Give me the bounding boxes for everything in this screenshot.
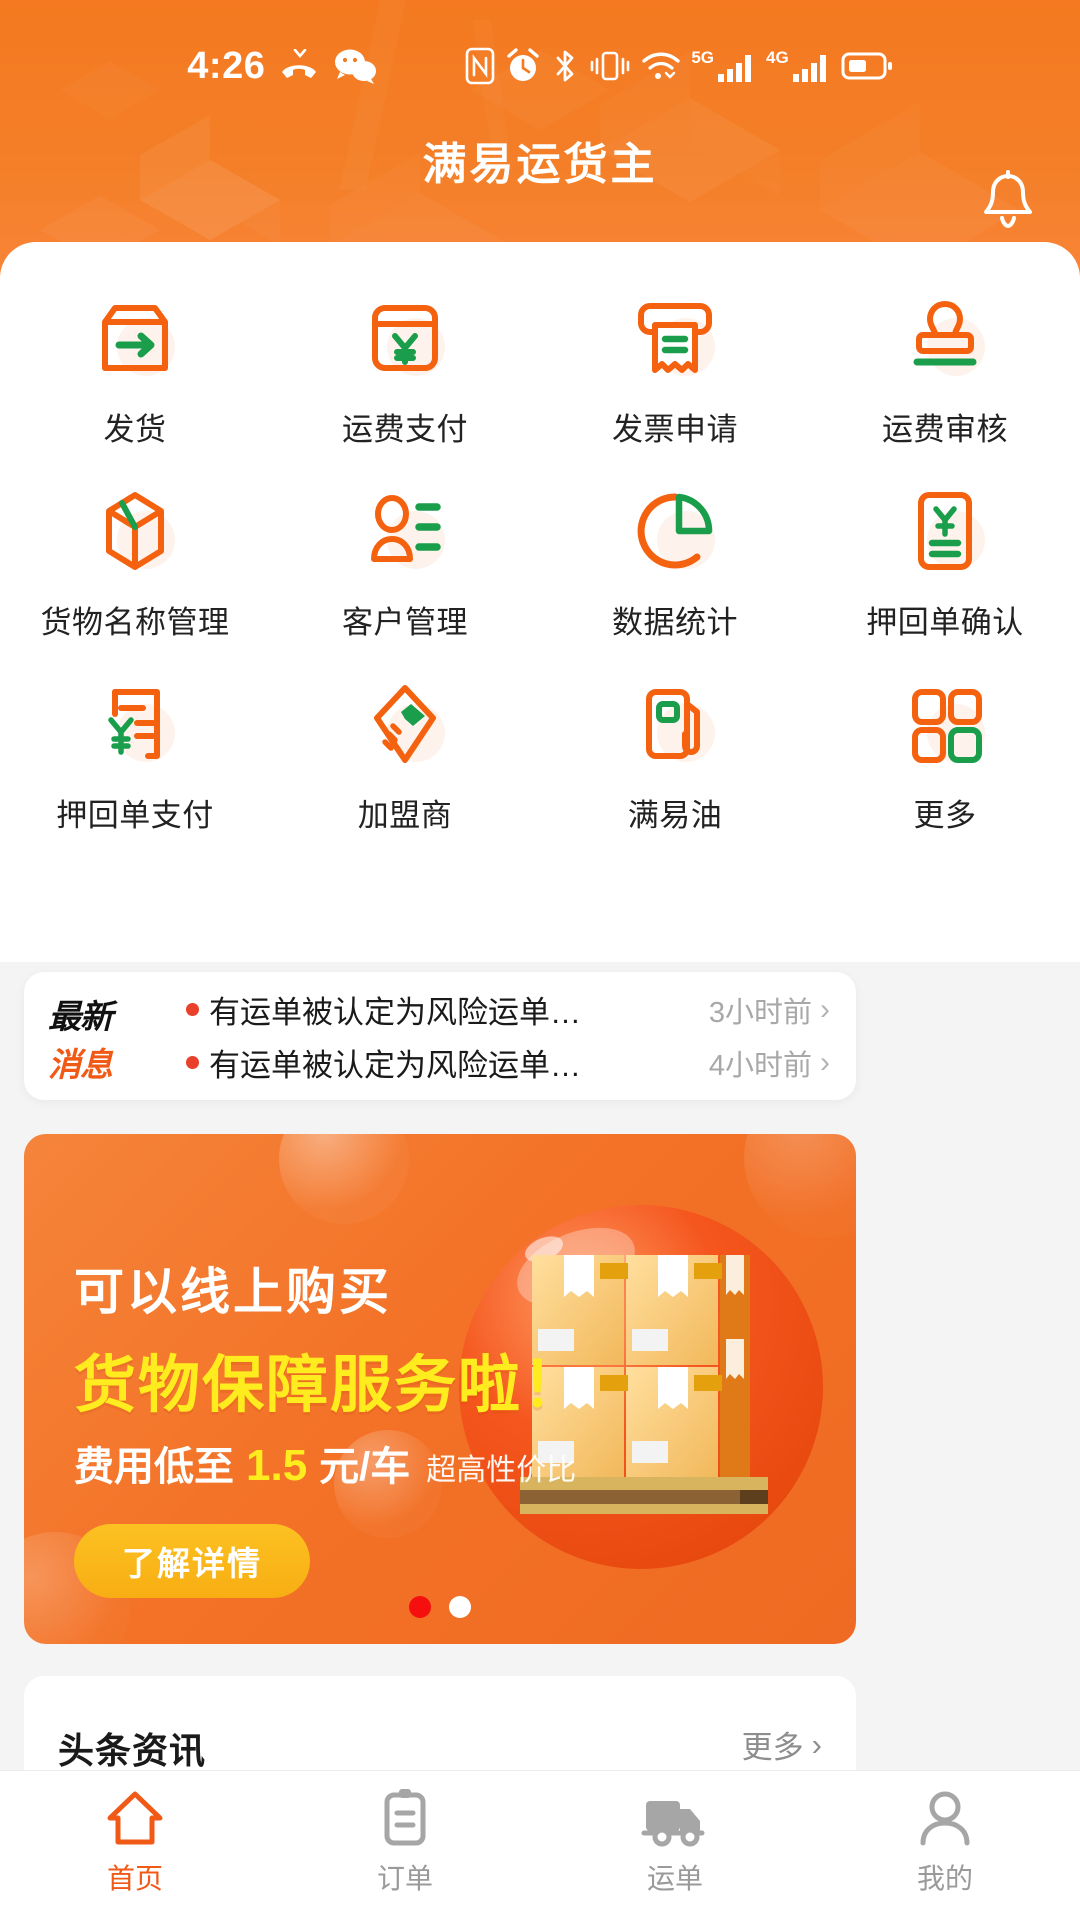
tab-label: 首页	[106, 1862, 163, 1894]
news-text: 有运单被认定为风险运单…	[209, 995, 581, 1030]
pagination-dot-active[interactable]	[409, 1596, 431, 1618]
banner-price-line: 费用低至 1.5 元/车 超高性价比	[74, 1434, 576, 1492]
news-timestamp: 3小时前	[708, 996, 812, 1029]
status-time: 4:26	[187, 44, 266, 87]
grid-item-freight-payment[interactable]: 运费支付	[270, 282, 540, 449]
chevron-right-icon: ›	[820, 1045, 830, 1079]
page-title: 满易运货主	[422, 140, 658, 189]
pie-chart-icon	[629, 485, 721, 577]
bottom-tab-bar: 首页 订单 运单 我的	[0, 1770, 1080, 1920]
chevron-right-icon: ›	[820, 992, 830, 1026]
signal-4g-icon: 4G	[766, 49, 831, 84]
news-ticker-card[interactable]: 最新 消息 有运单被认定为风险运单… 3小时前 › 有运单被认定为风险运单… 4…	[24, 972, 856, 1100]
tab-label: 我的	[916, 1862, 973, 1894]
grid-item-label: 数据统计	[612, 605, 738, 640]
grid-item-freight-audit[interactable]: 运费审核	[810, 282, 1080, 449]
clipboard-icon	[384, 1788, 426, 1845]
wifi-icon	[642, 52, 681, 79]
news-text: 有运单被认定为风险运单…	[209, 1048, 581, 1083]
grid-item-invoice-request[interactable]: 发票申请	[540, 282, 810, 449]
fuel-pump-icon	[629, 678, 721, 770]
vibrate-icon	[591, 51, 630, 81]
tab-label: 运单	[646, 1862, 703, 1894]
grid-item-ship[interactable]: 发货	[0, 282, 270, 449]
news-row[interactable]: 有运单被认定为风险运单… 3小时前 ›	[186, 986, 830, 1033]
grid-item-label: 满易油	[627, 798, 723, 833]
cube-3d-icon	[89, 485, 181, 577]
signal-5g-icon: 5G	[691, 49, 756, 84]
headlines-more-label: 更多	[741, 1730, 804, 1765]
receipt-yuan-pay-icon	[89, 678, 181, 770]
price-prefix: 费用低至	[74, 1445, 234, 1489]
price-suffix: 超高性价比	[426, 1454, 577, 1487]
grid-item-label: 押回单确认	[866, 605, 1024, 640]
grid-item-fuel[interactable]: 满易油	[540, 668, 810, 835]
tab-orders[interactable]: 订单	[270, 1771, 540, 1920]
grid-item-label: 运费审核	[882, 412, 1008, 447]
banner-title: 可以线上购买	[74, 1264, 392, 1320]
handshake-icon	[359, 678, 451, 770]
wechat-icon	[335, 49, 377, 84]
grid-item-label: 发票申请	[612, 412, 738, 447]
bubble-decor	[279, 1134, 409, 1224]
promo-banner[interactable]: 可以线上购买 货物保障服务啦！ 费用低至 1.5 元/车 超高性价比 了解详情	[24, 1134, 856, 1644]
grid-item-return-receipt-payment[interactable]: 押回单支付	[0, 668, 270, 835]
news-badge-line1: 最新	[48, 998, 113, 1035]
news-bullet-icon	[186, 1003, 199, 1016]
news-bullet-icon	[186, 1056, 199, 1069]
tab-label: 订单	[376, 1862, 433, 1894]
grid-more-icon	[899, 678, 991, 770]
quick-actions-grid: 发货 运费支付 发票申请 运费审核 货物名称管理 客户管理 数据统计 押回单确认…	[0, 282, 1080, 835]
banner-pagination	[24, 1596, 856, 1618]
banner-headline: 货物保障服务啦！	[74, 1351, 587, 1420]
headlines-more-button[interactable]: 更多 ›	[742, 1722, 822, 1767]
grid-item-label: 运费支付	[342, 412, 468, 447]
learn-more-button[interactable]: 了解详情	[74, 1524, 310, 1598]
grid-item-franchisee[interactable]: 加盟商	[270, 668, 540, 835]
box-arrow-icon	[89, 292, 181, 384]
tab-profile[interactable]: 我的	[810, 1771, 1080, 1920]
grid-item-label: 货物名称管理	[40, 605, 230, 640]
news-row[interactable]: 有运单被认定为风险运单… 4小时前 ›	[186, 1039, 830, 1086]
receipt-yuan-doc-icon	[899, 485, 991, 577]
news-badge-line2: 消息	[48, 1046, 113, 1083]
stamp-icon	[899, 292, 991, 384]
grid-item-label: 加盟商	[357, 798, 453, 833]
notification-bell-icon[interactable]	[978, 170, 1038, 236]
status-left-icons	[279, 48, 377, 84]
grid-item-label: 发货	[103, 412, 167, 447]
missed-call-icon	[282, 49, 317, 78]
news-badge: 最新 消息	[48, 990, 176, 1086]
chevron-right-icon: ›	[811, 1726, 822, 1762]
grid-item-return-receipt-confirm[interactable]: 押回单确认	[810, 475, 1080, 642]
grid-item-label: 更多	[913, 798, 977, 833]
grid-item-customer-mgmt[interactable]: 客户管理	[270, 475, 540, 642]
status-right-icons: 5G 4G	[465, 47, 892, 85]
tab-waybills[interactable]: 运单	[540, 1771, 810, 1920]
price-value: 1.5	[246, 1441, 308, 1490]
grid-item-label: 押回单支付	[56, 798, 214, 833]
bluetooth-icon	[556, 50, 574, 82]
card-yuan-icon	[359, 292, 451, 384]
news-timestamp: 4小时前	[708, 1049, 812, 1082]
truck-icon	[641, 1800, 705, 1846]
tab-home[interactable]: 首页	[0, 1771, 270, 1920]
status-bar: 4:26 5G 4G	[0, 38, 1080, 94]
grid-item-label: 客户管理	[342, 605, 468, 640]
person-icon	[920, 1791, 970, 1845]
price-unit: 元/车	[319, 1445, 411, 1489]
grid-item-cargo-name-mgmt[interactable]: 货物名称管理	[0, 475, 270, 642]
person-list-icon	[359, 485, 451, 577]
alarm-icon	[507, 48, 540, 81]
grid-item-more[interactable]: 更多	[810, 668, 1080, 835]
grid-item-data-statistics[interactable]: 数据统计	[540, 475, 810, 642]
nfc-icon	[466, 47, 495, 85]
quick-actions-sheet: 发货 运费支付 发票申请 运费审核 货物名称管理 客户管理 数据统计 押回单确认…	[0, 242, 1080, 962]
home-icon	[107, 1791, 163, 1844]
battery-icon	[841, 52, 892, 80]
headlines-title: 头条资讯	[58, 1730, 207, 1771]
pagination-dot[interactable]	[449, 1596, 471, 1618]
invoice-printer-icon	[629, 292, 721, 384]
